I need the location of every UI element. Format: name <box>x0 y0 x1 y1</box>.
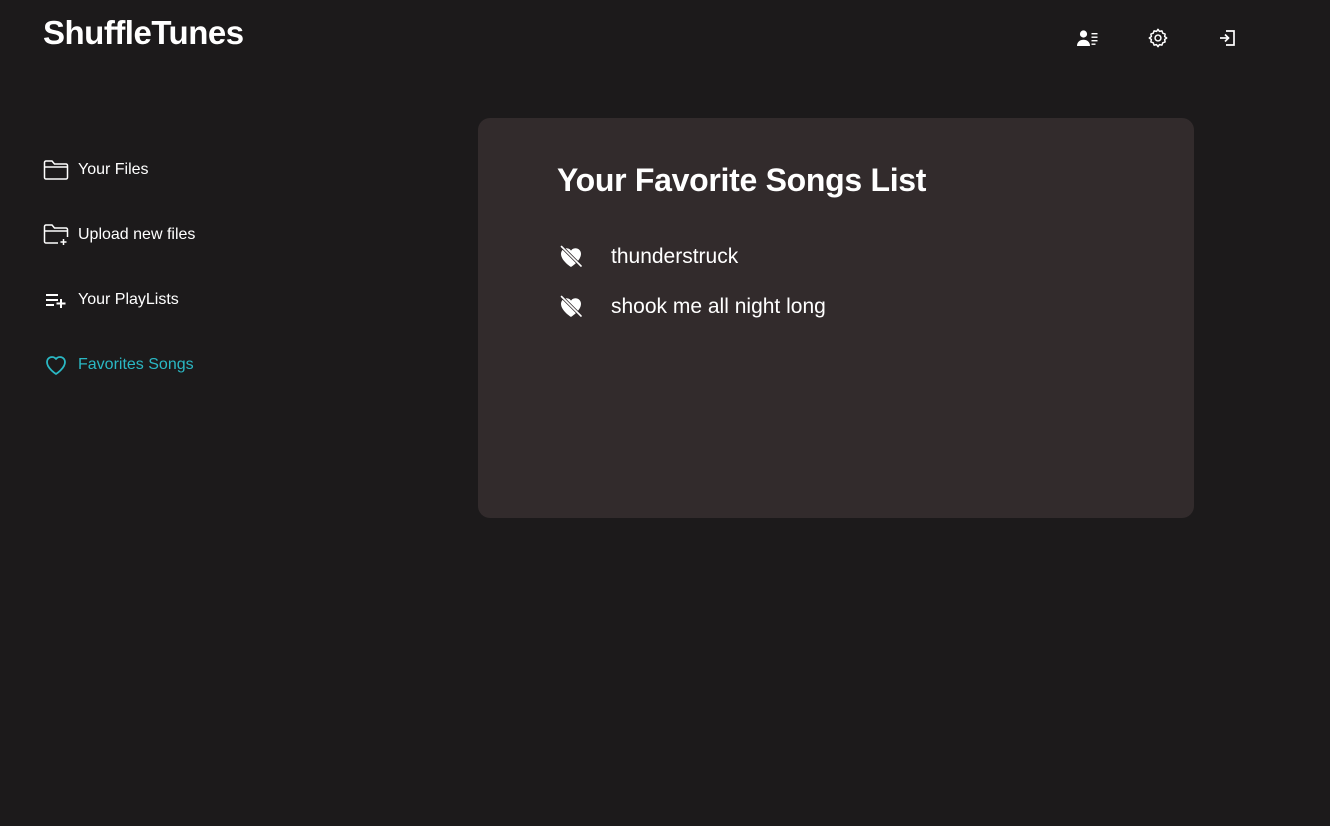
profile-button[interactable] <box>1076 26 1100 50</box>
unfavorite-button[interactable] <box>557 293 585 321</box>
gear-icon <box>1148 28 1168 48</box>
folder-icon <box>43 157 69 183</box>
list-item: thunderstruck <box>557 242 826 272</box>
sidebar-item-label: Favorites Songs <box>78 356 194 373</box>
favorites-panel: Your Favorite Songs List thunderstruck s… <box>478 118 1194 518</box>
app-root: ShuffleTunes Your Files Upload new files… <box>0 0 1330 826</box>
sidebar-item-upload-new-files[interactable]: Upload new files <box>43 220 343 250</box>
song-title[interactable]: shook me all night long <box>611 295 826 319</box>
settings-button[interactable] <box>1146 26 1170 50</box>
sidebar-nav: Your Files Upload new files Your PlayLis… <box>43 155 343 415</box>
sidebar-item-label: Your PlayLists <box>78 291 179 308</box>
page-title: Your Favorite Songs List <box>557 162 927 198</box>
sidebar-item-your-playlists[interactable]: Your PlayLists <box>43 285 343 315</box>
favorite-songs-list: thunderstruck shook me all night long <box>557 242 826 342</box>
logout-icon <box>1220 30 1235 46</box>
sidebar-item-favorites-songs[interactable]: Favorites Songs <box>43 350 343 380</box>
header-actions <box>1076 26 1240 50</box>
list-item: shook me all night long <box>557 292 826 322</box>
user-list-icon <box>1077 30 1098 46</box>
playlist-add-icon <box>43 287 69 313</box>
sidebar-item-your-files[interactable]: Your Files <box>43 155 343 185</box>
heart-off-icon <box>560 245 583 268</box>
logout-button[interactable] <box>1216 26 1240 50</box>
folder-plus-icon <box>43 222 69 248</box>
sidebar-item-label: Upload new files <box>78 226 196 243</box>
song-title[interactable]: thunderstruck <box>611 245 738 269</box>
sidebar-item-label: Your Files <box>78 161 149 178</box>
app-logo[interactable]: ShuffleTunes <box>43 14 244 52</box>
heart-outline-icon <box>43 352 69 378</box>
heart-off-icon <box>560 295 583 318</box>
unfavorite-button[interactable] <box>557 243 585 271</box>
